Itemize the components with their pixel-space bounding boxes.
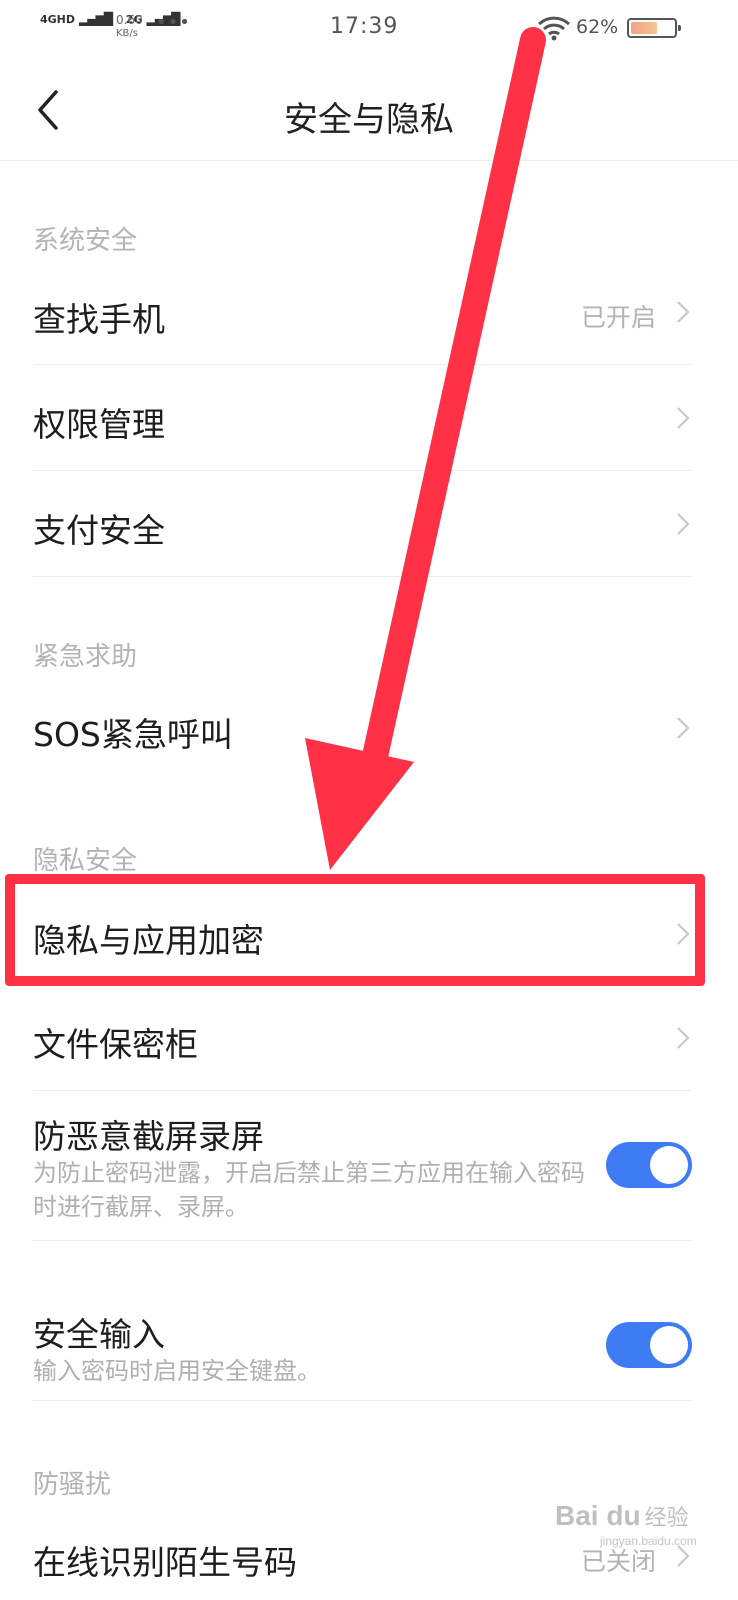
row-label: 查找手机 [33,300,165,339]
payment-security-row[interactable]: 支付安全 [0,472,738,576]
header: 安全与隐私 [0,60,738,161]
battery-percent: 62% [576,16,619,38]
chevron-right-icon [677,407,690,429]
row-label: 防恶意截屏录屏 [33,1117,264,1156]
baidu-watermark: Bai du 经验 jingyan.baidu.com [555,1500,697,1548]
secure-input-toggle[interactable] [606,1322,692,1368]
anti-screenshot-toggle[interactable] [606,1142,692,1188]
net-speed: 0.60 KB/s [116,14,143,40]
more-notifications-icon: ••• [156,12,191,33]
section-title-system-security: 系统安全 [33,226,138,256]
net-speed-unit: KB/s [116,28,138,39]
wifi-icon [537,16,571,41]
row-label: 在线识别陌生号码 [33,1543,297,1582]
chevron-right-icon [677,923,690,945]
status-bar: 4GHD ▂▄▆█ 2G ▂▄▆█ 0.60 KB/s ••• 17:39 62% [0,0,738,58]
row-label: 文件保密柜 [33,1025,198,1064]
battery-icon [627,18,681,38]
watermark-brand: Bai du [555,1500,641,1531]
page-title: 安全与隐私 [284,100,454,140]
find-phone-row[interactable]: 查找手机 已开启 [0,260,738,364]
watermark-url: jingyan.baidu.com [600,1534,697,1548]
section-title-anti-harassment: 防骚扰 [33,1470,112,1500]
divider [33,470,691,471]
row-description: 输入密码时启用安全键盘。 [33,1357,321,1385]
chevron-right-icon [677,717,690,739]
divider [33,1240,691,1241]
divider [33,364,691,365]
row-label: 隐私与应用加密 [33,921,264,960]
row-value: 已开启 [580,303,656,332]
clock: 17:39 [330,14,399,39]
divider [33,1090,691,1091]
row-label: 权限管理 [33,405,165,444]
divider [33,1400,691,1401]
watermark-cn: 经验 [644,1505,689,1530]
chevron-right-icon [677,513,690,535]
sos-row[interactable]: SOS紧急呼叫 [0,676,738,780]
row-label: 支付安全 [33,511,165,550]
secure-input-row: 安全输入 输入密码时启用安全键盘。 [0,1290,738,1400]
permission-management-row[interactable]: 权限管理 [0,366,738,470]
section-title-privacy-security: 隐私安全 [33,846,138,876]
signal-icon: ▂▄▆█ [79,12,113,26]
file-safe-row[interactable]: 文件保密柜 [0,986,738,1090]
network-1-label: 4GHD [40,13,76,26]
divider [33,576,691,577]
chevron-right-icon [677,301,690,323]
battery-fill [631,22,657,34]
net-speed-value: 0.60 [116,13,143,27]
row-label: 安全输入 [33,1315,165,1354]
chevron-right-icon [677,1027,690,1049]
row-description: 为防止密码泄露，开启后禁止第三方应用在输入密码时进行截屏、录屏。 [33,1159,585,1221]
row-label: SOS紧急呼叫 [33,715,233,754]
anti-screenshot-row: 防恶意截屏录屏 为防止密码泄露，开启后禁止第三方应用在输入密码时进行截屏、录屏。 [0,1092,738,1240]
section-title-emergency: 紧急求助 [33,642,138,672]
privacy-app-encryption-row[interactable]: 隐私与应用加密 [0,880,738,984]
